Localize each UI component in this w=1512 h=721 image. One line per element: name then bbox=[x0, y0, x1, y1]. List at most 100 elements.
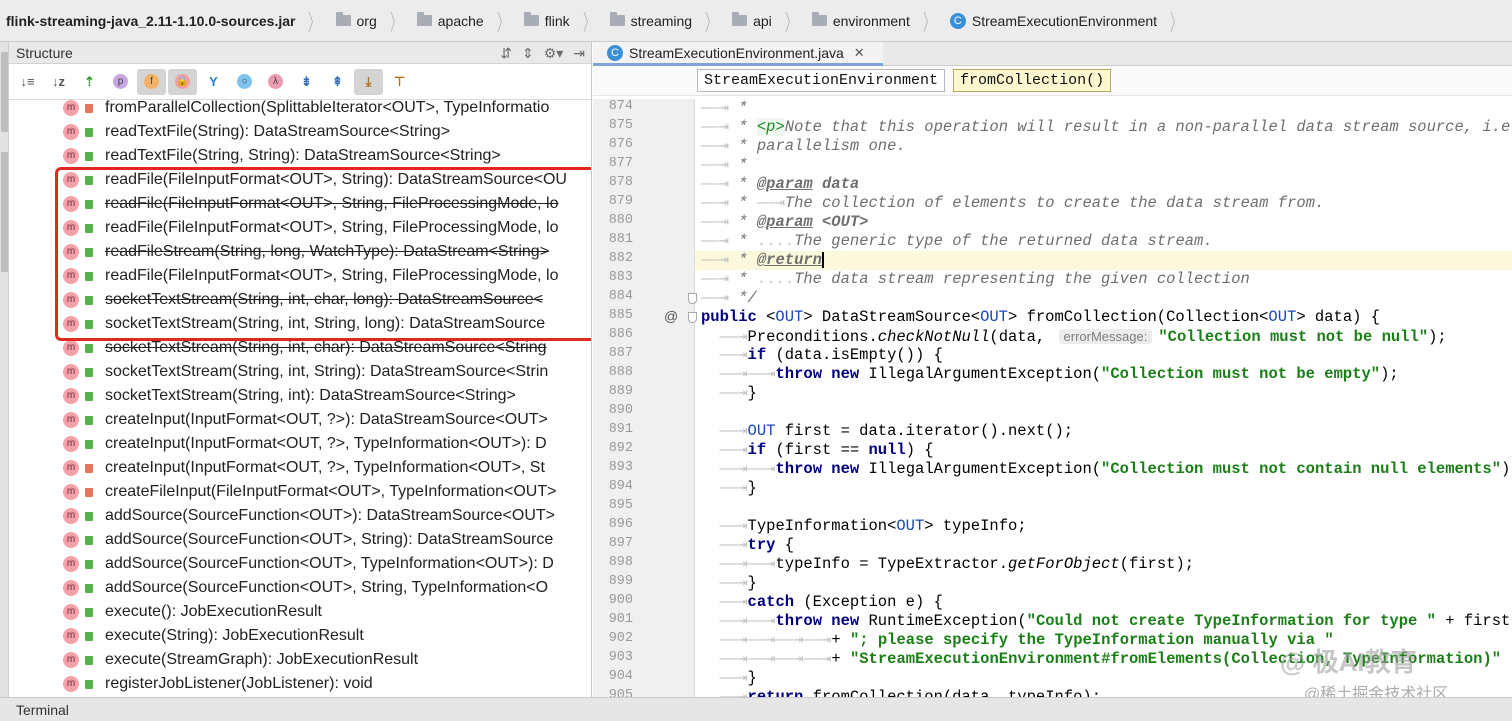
code-breadcrumb-class[interactable]: StreamExecutionEnvironment bbox=[697, 69, 946, 92]
code-line[interactable]: ——⇥——⇥——⇥——⇥+ "; please specify the Type… bbox=[701, 631, 1334, 650]
structure-item[interactable]: m execute(StreamGraph): JobExecutionResul… bbox=[9, 648, 591, 672]
structure-item[interactable]: m createInput(InputFormat<OUT, ?>, TypeIn… bbox=[9, 456, 591, 480]
structure-item[interactable]: m addSource(SourceFunction<OUT>): DataStr… bbox=[9, 504, 591, 528]
expand-icon[interactable]: ⇵ bbox=[500, 45, 512, 62]
code-line[interactable]: ——⇥return fromCollection(data, typeInfo)… bbox=[701, 688, 1101, 697]
structure-item[interactable]: m addSource(SourceFunction<OUT>, String, … bbox=[9, 576, 591, 600]
close-icon[interactable]: ✕ bbox=[854, 45, 865, 61]
fold-icon[interactable] bbox=[688, 293, 697, 304]
structure-item[interactable]: m socketTextStream(String, int, String, l… bbox=[9, 312, 591, 336]
line-number-gutter[interactable]: 874 875 876 877 878 879 880 881 882 883 884 885 @886… bbox=[593, 99, 697, 697]
code-line[interactable]: ——⇥ * @param data bbox=[701, 175, 859, 194]
code-line[interactable]: ——⇥ * ——⇥The collection of elements to c… bbox=[701, 194, 1324, 213]
code-line[interactable]: ——⇥ * bbox=[701, 99, 748, 118]
structure-item[interactable]: m execute(): JobExecutionResult bbox=[9, 600, 591, 624]
code-line[interactable]: ——⇥} bbox=[701, 479, 757, 498]
override-marker-icon[interactable]: @ bbox=[664, 308, 678, 324]
breadcrumb-folder[interactable]: org 〉 bbox=[332, 0, 413, 41]
autoscroll-to-source-icon[interactable]: ⤓ bbox=[354, 68, 383, 95]
line-number: 900 bbox=[608, 593, 633, 608]
sort-alphabetically-icon[interactable]: ↓z bbox=[44, 69, 73, 95]
breadcrumb-folder[interactable]: environment 〉 bbox=[808, 0, 946, 41]
structure-item[interactable]: m addSource(SourceFunction<OUT>, TypeInfo… bbox=[9, 552, 591, 576]
gear-icon[interactable]: ⚙▾ bbox=[544, 45, 564, 62]
code-line[interactable]: ——⇥ * ....The generic type of the return… bbox=[701, 232, 1213, 251]
code-area[interactable]: 874 875 876 877 878 879 880 881 882 883 884 885 @886… bbox=[593, 99, 1512, 697]
structure-item[interactable]: m execute(String): JobExecutionResult bbox=[9, 624, 591, 648]
structure-item-signature: createInput(InputFormat<OUT, ?>): DataSt… bbox=[105, 411, 548, 428]
breadcrumb-class[interactable]: C StreamExecutionEnvironment 〉 bbox=[946, 0, 1193, 41]
code-line[interactable]: ——⇥ * @param <OUT> bbox=[701, 213, 868, 232]
code-line[interactable]: ——⇥} bbox=[701, 669, 757, 688]
structure-item[interactable]: m readFile(FileInputFormat<OUT>, String, … bbox=[9, 264, 591, 288]
line-number: 874 bbox=[608, 99, 633, 114]
structure-item[interactable]: m readFile(FileInputFormat<OUT>, String, … bbox=[9, 216, 591, 240]
code-line[interactable]: public <OUT> DataStreamSource<OUT> fromC… bbox=[701, 308, 1380, 327]
code-line[interactable]: ——⇥——⇥typeInfo = TypeExtractor.getForObj… bbox=[701, 555, 1194, 574]
code-line[interactable]: ——⇥OUT first = data.iterator().next(); bbox=[701, 422, 1074, 441]
structure-item[interactable]: m socketTextStream(String, int, char): Da… bbox=[9, 336, 591, 360]
show-inherited-icon[interactable]: ⇡ bbox=[75, 69, 104, 95]
structure-item[interactable]: m fromParallelCollection(SplittableIterat… bbox=[9, 96, 591, 120]
structure-tool-tab[interactable] bbox=[1, 152, 8, 272]
code-line[interactable]: ——⇥if (first == null) { bbox=[701, 441, 934, 460]
show-lambdas-icon[interactable]: λ bbox=[261, 69, 290, 95]
breadcrumb-folder[interactable]: apache 〉 bbox=[413, 0, 520, 41]
method-icon: m bbox=[63, 460, 79, 476]
show-properties-icon[interactable]: p bbox=[106, 69, 135, 95]
code-line[interactable]: ——⇥try { bbox=[701, 536, 794, 555]
code-line[interactable]: ——⇥ * ....The data stream representing t… bbox=[701, 270, 1250, 289]
show-hierarchy-icon[interactable]: Y bbox=[199, 69, 228, 95]
structure-item[interactable]: m createFileInput(FileInputFormat<OUT>, T… bbox=[9, 480, 591, 504]
code-line[interactable]: ——⇥} bbox=[701, 574, 757, 593]
show-fields-icon[interactable]: f bbox=[137, 68, 166, 95]
structure-item[interactable]: m readTextFile(String, String): DataStrea… bbox=[9, 144, 591, 168]
expand-all-icon[interactable]: ⇟ bbox=[292, 69, 321, 95]
code-line[interactable]: ——⇥ * bbox=[701, 156, 748, 175]
collapse-all-icon[interactable]: ⇞ bbox=[323, 69, 352, 95]
breadcrumb-jar[interactable]: flink-streaming-java_2.11-1.10.0-sources… bbox=[6, 0, 332, 41]
code-line[interactable]: ——⇥TypeInformation<OUT> typeInfo; bbox=[701, 517, 1027, 536]
show-non-public-icon[interactable]: 🔒 bbox=[168, 68, 197, 95]
breadcrumb-folder[interactable]: streaming 〉 bbox=[606, 0, 728, 41]
hide-icon[interactable]: ⇥ bbox=[573, 45, 585, 62]
show-anonymous-icon[interactable]: ○ bbox=[230, 69, 259, 95]
structure-item[interactable]: m socketTextStream(String, int, String): … bbox=[9, 360, 591, 384]
editor-tab[interactable]: C StreamExecutionEnvironment.java ✕ bbox=[593, 42, 883, 66]
terminal-tab[interactable]: Terminal bbox=[16, 702, 69, 718]
breadcrumb-folder[interactable]: flink 〉 bbox=[520, 0, 606, 41]
structure-item[interactable]: m createInput(InputFormat<OUT, ?>, TypeIn… bbox=[9, 432, 591, 456]
code-line[interactable]: ——⇥ * @return bbox=[695, 251, 1512, 270]
structure-item[interactable]: m socketTextStream(String, int, char, lon… bbox=[9, 288, 591, 312]
sort-visibility-icon[interactable]: ↓≡ bbox=[13, 69, 42, 95]
collapse-icon[interactable]: ⇕ bbox=[522, 45, 534, 62]
structure-item[interactable]: m registerJobListener(JobListener): void bbox=[9, 672, 591, 696]
toolbar-glyph: ○ bbox=[237, 74, 252, 89]
fold-icon[interactable] bbox=[688, 312, 697, 323]
autoscroll-from-source-icon[interactable]: ⊤ bbox=[385, 69, 414, 95]
structure-item-signature: readTextFile(String): DataStreamSource<S… bbox=[105, 123, 451, 140]
code-line[interactable]: ——⇥ * <p>Note that this operation will r… bbox=[701, 118, 1512, 137]
code-line[interactable]: ——⇥——⇥throw new IllegalArgumentException… bbox=[701, 365, 1399, 384]
code-line[interactable]: ——⇥Preconditions.checkNotNull(data, erro… bbox=[701, 327, 1447, 346]
structure-item[interactable]: m readFile(FileInputFormat<OUT>, String, … bbox=[9, 192, 591, 216]
code-line[interactable]: ——⇥ * parallelism one. bbox=[701, 137, 906, 156]
structure-item[interactable]: m addSource(SourceFunction<OUT>, String):… bbox=[9, 528, 591, 552]
code-line[interactable]: ——⇥——⇥throw new IllegalArgumentException… bbox=[701, 460, 1512, 479]
code-line[interactable]: ——⇥ */ bbox=[701, 289, 757, 308]
structure-item-signature: execute(StreamGraph): JobExecutionResult bbox=[105, 651, 419, 668]
project-tool-tab[interactable] bbox=[1, 52, 8, 132]
code-breadcrumb-method[interactable]: fromCollection() bbox=[953, 69, 1112, 92]
breadcrumb-folder[interactable]: api 〉 bbox=[728, 0, 808, 41]
code-line[interactable]: ——⇥} bbox=[701, 384, 757, 403]
structure-item[interactable]: m readTextFile(String): DataStreamSource<… bbox=[9, 120, 591, 144]
structure-item[interactable]: m socketTextStream(String, int): DataStre… bbox=[9, 384, 591, 408]
structure-item[interactable]: m readFile(FileInputFormat<OUT>, String):… bbox=[9, 168, 591, 192]
structure-item[interactable]: m readFileStream(String, long, WatchType)… bbox=[9, 240, 591, 264]
public-visibility-icon bbox=[85, 679, 93, 689]
code-line[interactable]: ——⇥catch (Exception e) { bbox=[701, 593, 943, 612]
toolbar-glyph: ⇟ bbox=[301, 73, 312, 89]
code-line[interactable]: ——⇥if (data.isEmpty()) { bbox=[701, 346, 943, 365]
structure-item[interactable]: m createInput(InputFormat<OUT, ?>): DataS… bbox=[9, 408, 591, 432]
code-line[interactable]: ——⇥——⇥throw new RuntimeException("Could … bbox=[701, 612, 1512, 631]
